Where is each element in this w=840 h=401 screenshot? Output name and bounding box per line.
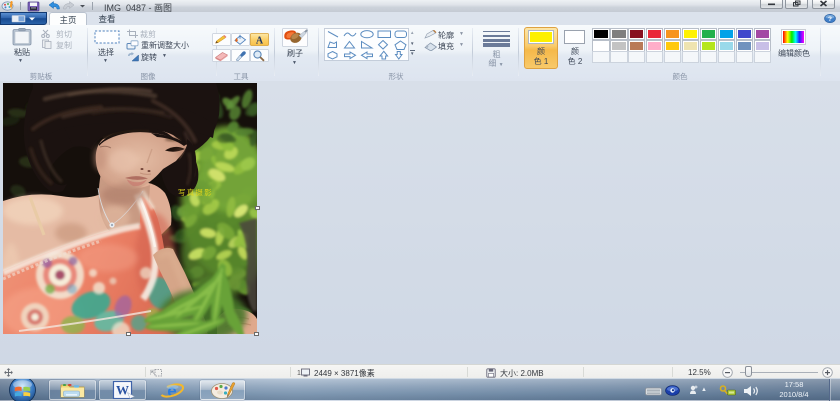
svg-text:1: 1 <box>297 370 301 377</box>
svg-text:A: A <box>256 36 264 47</box>
svg-text:?: ? <box>828 16 832 23</box>
svg-text:写真摄影: 写真摄影 <box>178 187 213 197</box>
svg-text:W: W <box>116 383 129 398</box>
